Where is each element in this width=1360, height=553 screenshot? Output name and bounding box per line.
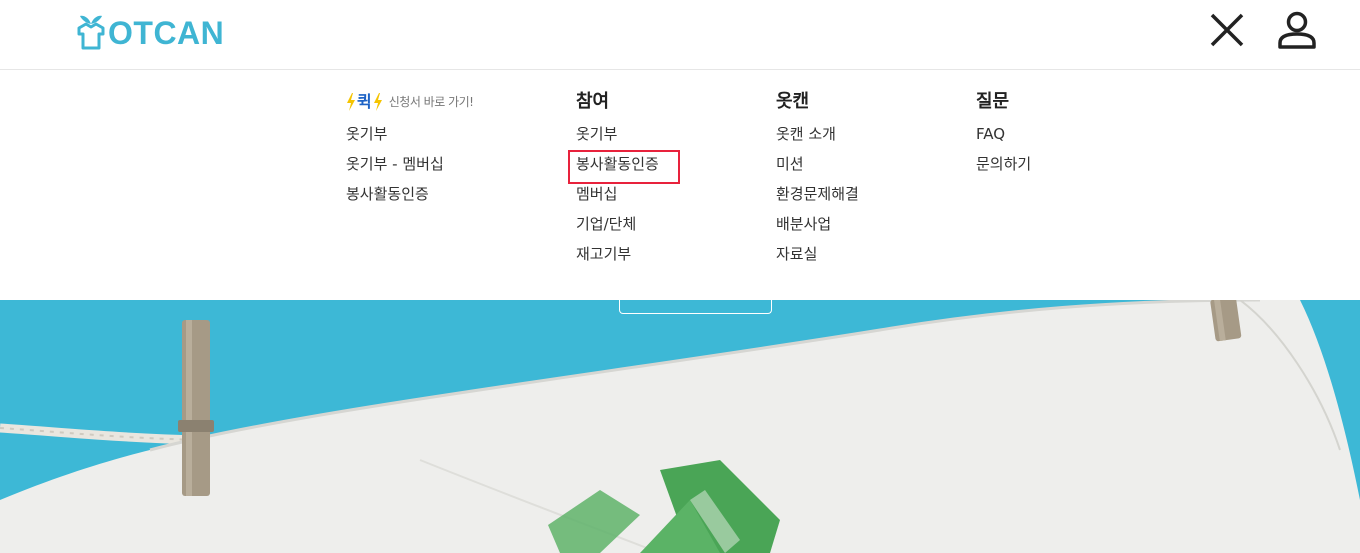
lightning-icon bbox=[347, 93, 355, 111]
logo[interactable]: OTCAN bbox=[76, 6, 224, 50]
menu-item-stock-donation[interactable]: 재고기부 bbox=[576, 244, 659, 274]
quick-menu-column: 퀵 신청서 바로 가기! 옷기부 옷기부 - 멤버십 봉사활동인증 bbox=[346, 90, 474, 214]
site-header: OTCAN bbox=[0, 0, 1360, 70]
logo-tshirt-icon bbox=[77, 15, 105, 50]
participation-menu-column: 참여 옷기부 봉사활동인증 멤버십 기업/단체 재고기부 bbox=[568, 90, 680, 274]
menu-item-environment[interactable]: 환경문제해결 bbox=[776, 184, 859, 214]
participation-heading: 참여 bbox=[576, 91, 610, 112]
lightning-icon bbox=[373, 93, 382, 111]
menu-item-corporate[interactable]: 기업/단체 bbox=[576, 214, 659, 244]
clothespin-left bbox=[178, 320, 214, 496]
logo-text: OTCAN bbox=[108, 15, 225, 51]
menu-item-archive[interactable]: 자료실 bbox=[776, 244, 859, 274]
menu-item-membership[interactable]: 멤버십 bbox=[576, 184, 659, 214]
quick-item-donation[interactable]: 옷기부 bbox=[346, 124, 473, 154]
quick-item-volunteer-cert[interactable]: 봉사활동인증 bbox=[346, 184, 473, 214]
quick-menu-heading: 퀵 신청서 바로 가기! bbox=[346, 90, 474, 114]
menu-item-inquiry[interactable]: 문의하기 bbox=[976, 154, 1031, 184]
otcan-menu-column: 옷캔 옷캔 소개 미션 환경문제해결 배분사업 자료실 bbox=[776, 90, 859, 274]
user-icon[interactable] bbox=[1277, 10, 1317, 50]
menu-item-distribution[interactable]: 배분사업 bbox=[776, 214, 859, 244]
quick-subtitle: 신청서 바로 가기! bbox=[388, 95, 474, 109]
menu-item-mission[interactable]: 미션 bbox=[776, 154, 859, 184]
quick-item-donation-membership[interactable]: 옷기부 - 멤버십 bbox=[346, 154, 473, 184]
menu-item-volunteer-cert[interactable]: 봉사활동인증 bbox=[568, 150, 680, 184]
otcan-heading: 옷캔 bbox=[776, 91, 810, 112]
question-heading: 질문 bbox=[976, 91, 1010, 112]
hero-image bbox=[0, 300, 1360, 553]
menu-item-faq[interactable]: FAQ bbox=[976, 124, 1031, 154]
question-menu-column: 질문 FAQ 문의하기 bbox=[976, 90, 1031, 184]
menu-item-about[interactable]: 옷캔 소개 bbox=[776, 124, 859, 154]
mega-menu: 퀵 신청서 바로 가기! 옷기부 옷기부 - 멤버십 봉사활동인증 참여 옷기부… bbox=[0, 70, 1360, 300]
close-icon[interactable] bbox=[1207, 10, 1247, 50]
hero-banner bbox=[0, 300, 1360, 553]
quick-label: 퀵 bbox=[357, 92, 372, 111]
